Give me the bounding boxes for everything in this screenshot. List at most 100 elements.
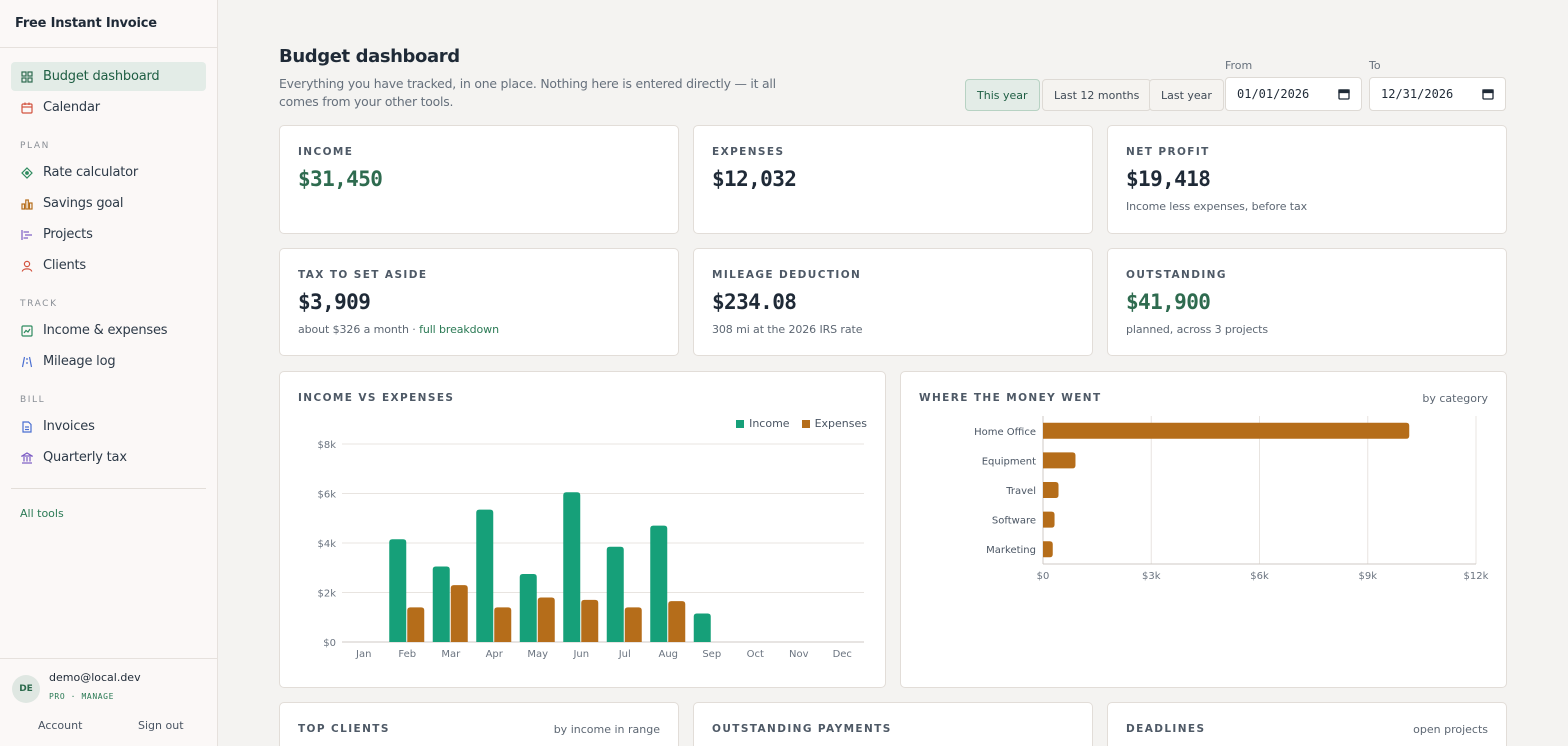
sidebar-item-invoices[interactable]: Invoices	[11, 412, 206, 441]
tax-note: about $326 a month · full breakdown	[298, 323, 499, 336]
y-tick-label: $4k	[317, 539, 336, 550]
section-title-track: TRACK	[20, 299, 58, 309]
avatar[interactable]: DE	[12, 675, 40, 703]
range-this-year-button[interactable]: This year	[965, 79, 1040, 111]
x-tick-label: $9k	[1358, 571, 1377, 582]
from-label: From	[1225, 59, 1253, 72]
sign-out-link[interactable]: Sign out	[138, 719, 184, 732]
deadlines-panel: DEADLINES open projects	[1107, 702, 1507, 746]
page-subtitle: Everything you have tracked, in one plac…	[279, 76, 776, 109]
top-clients-panel: TOP CLIENTS by income in range	[279, 702, 679, 746]
category-bar	[1043, 541, 1053, 558]
sidebar-item-budget-dashboard[interactable]: Budget dashboard	[11, 62, 206, 91]
full-breakdown-link[interactable]: full breakdown	[419, 323, 499, 336]
where-money-went-chart: $0 $3k $6k $9k $12k Home Office Equipment Trave…	[974, 416, 1489, 582]
x-tick-label: Oct	[747, 649, 764, 660]
mileage-note: 308 mi at the 2026 IRS rate	[712, 323, 863, 336]
sidebar-item-projects[interactable]: Projects	[11, 220, 206, 249]
expenses-value: $12,032	[712, 167, 797, 191]
category-bar	[1043, 511, 1055, 528]
mileage-card: MILEAGE DEDUCTION $234.08 308 mi at the …	[693, 248, 1093, 356]
x-tick-label: Jun	[572, 649, 589, 660]
sidebar-item-label: Invoices	[43, 419, 95, 434]
plan-manage-link[interactable]: PRO · MANAGE	[49, 692, 114, 701]
expenses-bar	[581, 599, 599, 642]
x-tick-label: Apr	[486, 649, 504, 660]
y-tick-label: $8k	[317, 440, 336, 451]
chart-box-icon	[21, 324, 33, 337]
range-last-12-months-button[interactable]: Last 12 months	[1042, 79, 1152, 111]
calendar-icon	[21, 102, 33, 114]
x-tick-label: $12k	[1464, 571, 1489, 582]
all-tools-link[interactable]: All tools	[11, 489, 206, 520]
y-tick-label: $6k	[317, 490, 336, 501]
y-tick-label: $2k	[317, 589, 336, 600]
sidebar-item-income-expenses[interactable]: Income & expenses	[11, 316, 206, 345]
income-label: INCOME	[298, 146, 354, 158]
outstanding-card: OUTSTANDING $41,900 planned, across 3 pr…	[1107, 248, 1507, 356]
sidebar-item-savings-goal[interactable]: Savings goal	[11, 189, 206, 218]
to-label: To	[1369, 59, 1381, 72]
person-icon	[21, 260, 33, 272]
sidebar-item-quarterly-tax[interactable]: Quarterly tax	[11, 443, 206, 472]
document-icon	[22, 420, 32, 433]
x-tick-label: May	[527, 649, 548, 660]
account-link[interactable]: Account	[38, 719, 82, 732]
income-card: INCOME $31,450	[279, 125, 679, 234]
expenses-bar	[407, 607, 425, 642]
x-tick-label: Nov	[789, 649, 809, 660]
income-bar	[693, 613, 711, 642]
from-date-value: 01/01/2026	[1237, 87, 1310, 101]
net-profit-note: Income less expenses, before tax	[1126, 200, 1308, 213]
user-email: demo@local.dev	[49, 671, 141, 684]
sidebar-item-rate-calculator[interactable]: Rate calculator	[11, 158, 206, 187]
sidebar-item-mileage-log[interactable]: Mileage log	[11, 347, 206, 376]
x-tick-label: $0	[1037, 571, 1050, 582]
grid-icon	[21, 70, 33, 83]
x-tick-label: Mar	[441, 649, 461, 660]
gantt-icon	[21, 229, 32, 240]
income-bar	[519, 573, 537, 642]
sidebar-item-clients[interactable]: Clients	[11, 251, 206, 280]
expenses-bar	[537, 597, 555, 642]
income-bar	[389, 539, 407, 642]
range-last-year-button[interactable]: Last year	[1149, 79, 1224, 111]
outstanding-payments-panel: OUTSTANDING PAYMENTS	[693, 702, 1093, 746]
page-title: Budget dashboard	[279, 46, 460, 67]
sidebar-item-label: Calendar	[43, 100, 100, 115]
bar-chart-icon	[21, 198, 33, 210]
calendar-icon[interactable]	[1482, 88, 1494, 100]
outstanding-note: planned, across 3 projects	[1126, 323, 1269, 336]
y-tick-label: Travel	[1005, 486, 1036, 497]
section-title-plan: PLAN	[20, 141, 50, 151]
net-profit-label: NET PROFIT	[1126, 146, 1210, 158]
to-date-input[interactable]: 12/31/2026	[1369, 77, 1506, 111]
y-tick-label: Equipment	[982, 456, 1036, 467]
x-tick-label: Jan	[355, 649, 371, 660]
sidebar-item-calendar[interactable]: Calendar	[11, 93, 206, 122]
sidebar: Free Instant Invoice Budget dashboard Ca…	[0, 0, 218, 746]
x-tick-label: Jul	[618, 649, 631, 660]
calendar-icon[interactable]	[1338, 88, 1350, 100]
tax-value: $3,909	[298, 290, 371, 314]
income-bar	[563, 492, 581, 642]
sidebar-nav: Budget dashboard Calendar PLAN Rate calc…	[0, 48, 217, 520]
user-panel: DE demo@local.dev PRO · MANAGE Account S…	[0, 658, 217, 746]
income-value: $31,450	[298, 167, 383, 191]
mileage-label: MILEAGE DEDUCTION	[712, 269, 862, 281]
income-vs-expenses-panel: INCOME VS EXPENSES Income Expenses $0 $2k…	[279, 371, 886, 688]
outstanding-value: $41,900	[1126, 290, 1211, 314]
expenses-card: EXPENSES $12,032	[693, 125, 1093, 234]
net-profit-value: $19,418	[1126, 167, 1211, 191]
top-clients-title: TOP CLIENTS	[298, 723, 390, 735]
sidebar-item-label: Rate calculator	[43, 165, 139, 180]
outstanding-payments-title: OUTSTANDING PAYMENTS	[712, 723, 892, 735]
brand-name[interactable]: Free Instant Invoice	[0, 0, 217, 48]
from-date-input[interactable]: 01/01/2026	[1225, 77, 1362, 111]
x-tick-label: Dec	[833, 649, 852, 660]
income-bar	[432, 566, 450, 642]
x-tick-label: $3k	[1142, 571, 1161, 582]
y-tick-label: Home Office	[974, 427, 1036, 438]
y-tick-label: Software	[992, 516, 1036, 527]
tax-note-text: about $326 a month ·	[298, 323, 420, 336]
